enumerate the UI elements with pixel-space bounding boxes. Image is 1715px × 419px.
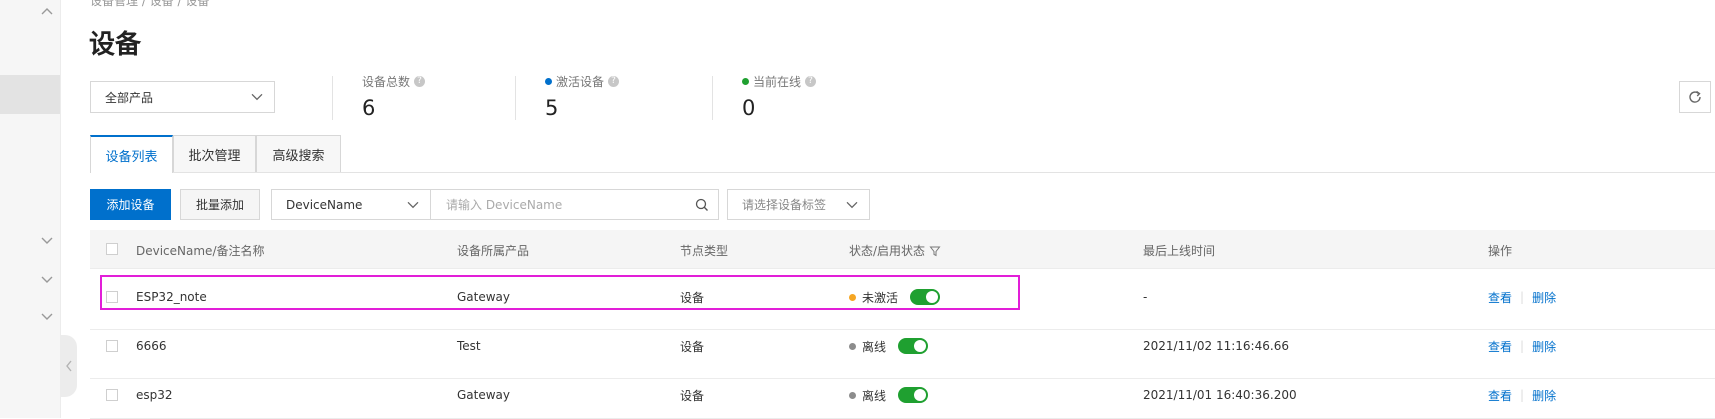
help-icon[interactable]: ? [414,76,426,87]
tab-batch-management[interactable]: 批次管理 [173,135,256,172]
product-filter-value: 全部产品 [105,90,154,105]
table-row: ESP32_note Gateway 设备 未激活 - 查看 | 删除 [90,280,1715,330]
device-status: 未激活 [849,289,941,305]
chevron-up-icon[interactable] [40,5,54,19]
view-link[interactable]: 查看 [1488,289,1512,306]
divider [712,76,713,120]
row-actions: 查看 | 删除 [1488,387,1556,403]
device-name[interactable]: ESP32_note [136,289,207,305]
row-checkbox[interactable] [106,291,118,303]
filter-icon[interactable] [929,245,941,257]
column-header-status[interactable]: 状态/启用状态 [849,242,941,259]
chevron-left-icon [66,360,72,372]
stat-total-devices: 设备总数 ? 6 [362,73,426,120]
device-node-type: 设备 [680,388,705,403]
refresh-icon [1689,90,1701,103]
row-checkbox[interactable] [106,389,118,401]
chevron-down-icon[interactable] [40,309,54,323]
stat-label: 激活设备 [556,75,605,89]
column-header-product: 设备所属产品 [457,244,530,258]
status-dot-icon [849,391,856,399]
search-placeholder: 请输入 DeviceName [446,198,563,212]
row-checkbox[interactable] [106,340,118,352]
delete-link[interactable]: 删除 [1532,289,1556,306]
stat-activated-devices: 激活设备 ? 5 [545,73,620,120]
status-dot-icon [849,342,856,350]
divider: | [1520,339,1525,353]
device-product: Gateway [457,388,511,402]
delete-link[interactable]: 删除 [1532,338,1556,355]
stat-label: 设备总数 [362,75,411,89]
product-filter-select[interactable]: 全部产品 [90,81,275,113]
device-status-label: 离线 [862,388,887,403]
device-product: Test [457,339,481,353]
view-link[interactable]: 查看 [1488,338,1512,355]
chevron-down-icon[interactable] [40,272,54,286]
status-dot-icon [849,293,856,301]
status-dot-icon [742,78,749,85]
table-row: 6666 Test 设备 离线 2021/11/02 11:16:46.66 查… [90,329,1715,379]
stat-online-devices: 当前在线 ? 0 [742,73,817,120]
device-status: 离线 [849,338,929,354]
device-last-online: - [1143,290,1148,304]
device-status-label: 未激活 [862,290,899,305]
help-icon[interactable]: ? [805,76,817,87]
tab-advanced-search[interactable]: 高级搜索 [256,135,341,172]
column-header-name: DeviceName/备注名称 [136,244,265,258]
chevron-down-icon [407,201,419,208]
table-row: esp32 Gateway 设备 离线 2021/11/01 16:40:36.… [90,378,1715,419]
device-product: Gateway [457,290,511,304]
stat-label: 当前在线 [753,75,802,89]
table-header: DeviceName/备注名称 设备所属产品 节点类型 状态/启用状态 最后上线… [90,230,1715,269]
view-link[interactable]: 查看 [1488,387,1512,404]
batch-add-button[interactable]: 批量添加 [180,189,260,220]
status-dot-icon [545,78,552,85]
device-status: 离线 [849,387,929,403]
device-node-type: 设备 [680,290,705,305]
select-all-checkbox[interactable] [106,243,118,255]
device-node-type: 设备 [680,339,705,354]
chevron-down-icon[interactable] [40,233,54,247]
column-header-status-label: 状态/启用状态 [849,244,926,258]
divider: | [1520,290,1525,304]
breadcrumb[interactable]: 设备管理 / 设备 / 设备 [90,0,209,9]
tag-select-placeholder: 请选择设备标签 [742,198,827,212]
device-status-label: 离线 [862,339,887,354]
search-icon[interactable] [694,197,710,213]
delete-link[interactable]: 删除 [1532,387,1556,404]
refresh-button[interactable] [1679,81,1711,113]
divider [332,76,333,120]
chevron-down-icon [846,201,858,208]
search-field-value: DeviceName [286,197,363,212]
column-header-actions: 操作 [1488,244,1513,258]
nav-rail-active-item[interactable] [0,75,60,114]
device-tag-select[interactable]: 请选择设备标签 [727,189,870,220]
divider: | [1520,388,1525,402]
stat-value: 0 [742,96,756,120]
stat-value: 6 [362,96,376,120]
page-title: 设备 [89,30,142,60]
divider [515,76,516,120]
stat-value: 5 [545,96,559,120]
device-name[interactable]: 6666 [136,338,167,354]
tab-device-list[interactable]: 设备列表 [90,135,173,173]
tab-bar: 设备列表 批次管理 高级搜索 [90,135,1715,173]
column-header-node-type: 节点类型 [680,244,729,258]
device-last-online: 2021/11/02 11:16:46.66 [1143,339,1289,353]
search-field-select[interactable]: DeviceName [271,189,431,220]
collapse-sidebar-handle[interactable] [61,335,77,397]
chevron-down-icon [251,93,263,101]
help-icon[interactable]: ? [608,76,620,87]
add-device-button[interactable]: 添加设备 [90,189,171,220]
device-search-input[interactable]: 请输入 DeviceName [431,189,719,220]
enable-toggle[interactable] [910,289,941,305]
enable-toggle[interactable] [898,338,929,354]
device-last-online: 2021/11/01 16:40:36.200 [1143,388,1297,402]
device-name[interactable]: esp32 [136,387,173,403]
left-nav-rail [0,0,61,418]
row-actions: 查看 | 删除 [1488,289,1556,305]
row-actions: 查看 | 删除 [1488,338,1556,354]
enable-toggle[interactable] [898,387,929,403]
column-header-last-online: 最后上线时间 [1143,244,1216,258]
